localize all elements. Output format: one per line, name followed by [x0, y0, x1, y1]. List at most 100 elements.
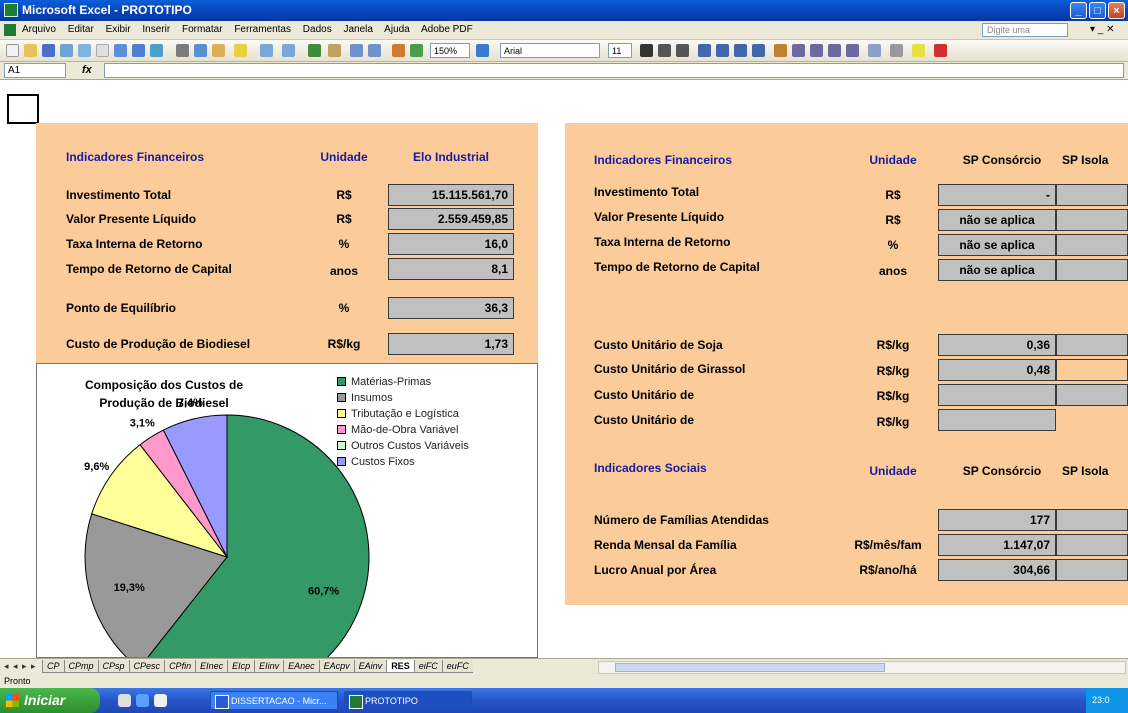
paste-icon[interactable]: [212, 44, 225, 57]
menu-dados[interactable]: Dados: [303, 24, 332, 35]
sheet-tab-eicp[interactable]: EIcp: [227, 660, 255, 673]
italic-icon[interactable]: [658, 44, 671, 57]
sheet-tab-cpsp[interactable]: CPsp: [97, 660, 129, 673]
help-icon[interactable]: [476, 44, 489, 57]
left-row-value[interactable]: 1,73: [388, 333, 514, 355]
sheet-tab-res[interactable]: RES: [386, 660, 414, 673]
social-row-value-col2[interactable]: [1056, 559, 1128, 581]
decrease-decimal-icon[interactable]: [846, 44, 859, 57]
undo-icon[interactable]: [260, 44, 273, 57]
social-row-value[interactable]: 304,66: [938, 559, 1056, 581]
insert-function-icon[interactable]: fx: [82, 64, 92, 76]
print-icon[interactable]: [96, 44, 109, 57]
taskbar-item-word[interactable]: DISSERTACAO - Micr...: [210, 691, 338, 710]
menu-adobe-pdf[interactable]: Adobe PDF: [421, 24, 473, 35]
sheet-tab-cpesc[interactable]: CPesc: [128, 660, 165, 673]
fill-color-icon[interactable]: [912, 44, 925, 57]
sort-ascending-icon[interactable]: [350, 44, 363, 57]
media-icon[interactable]: [154, 694, 167, 707]
increase-decimal-icon[interactable]: [828, 44, 841, 57]
cut-icon[interactable]: [176, 44, 189, 57]
email-icon[interactable]: [78, 44, 91, 57]
right-fin-row-value-col2[interactable]: [1056, 234, 1128, 256]
sheet-tab-cpfin[interactable]: CPfin: [164, 660, 196, 673]
social-row-value[interactable]: 177: [938, 509, 1056, 531]
menu-janela[interactable]: Janela: [343, 24, 372, 35]
right-fin-row-value-col2[interactable]: [1056, 259, 1128, 281]
font-size-combo[interactable]: 11: [608, 43, 632, 58]
workbook-icon[interactable]: [4, 24, 16, 36]
menu-exibir[interactable]: Exibir: [106, 24, 131, 35]
maximize-button[interactable]: □: [1089, 2, 1106, 19]
menu-arquivo[interactable]: Arquivo: [22, 24, 56, 35]
sheet-tab-cpmp[interactable]: CPmp: [63, 660, 98, 673]
right-cost-row-value-col2[interactable]: [1056, 359, 1128, 381]
spelling-icon[interactable]: [132, 44, 145, 57]
menu-inserir[interactable]: Inserir: [142, 24, 170, 35]
font-combo[interactable]: Arial: [500, 43, 600, 58]
open-icon[interactable]: [24, 44, 37, 57]
taskbar-item-excel[interactable]: PROTOTIPO: [344, 691, 472, 710]
sheet-tab-eiinv[interactable]: EIinv: [254, 660, 284, 673]
right-fin-row-value[interactable]: não se aplica: [938, 209, 1056, 231]
sheet-tab-eainv[interactable]: EAinv: [353, 660, 387, 673]
align-left-icon[interactable]: [698, 44, 711, 57]
currency-icon[interactable]: [774, 44, 787, 57]
right-fin-row-value[interactable]: não se aplica: [938, 234, 1056, 256]
right-fin-row-value-col2[interactable]: [1056, 209, 1128, 231]
left-row-value[interactable]: 16,0: [388, 233, 514, 255]
bold-icon[interactable]: [640, 44, 653, 57]
right-cost-row-value[interactable]: 0,36: [938, 334, 1056, 356]
social-row-value-col2[interactable]: [1056, 534, 1128, 556]
right-cost-row-value-col2[interactable]: [1056, 334, 1128, 356]
hyperlink-icon[interactable]: [308, 44, 321, 57]
left-row-value[interactable]: 2.559.459,85: [388, 208, 514, 230]
format-painter-icon[interactable]: [234, 44, 247, 57]
autosum-icon[interactable]: [328, 44, 341, 57]
sort-descending-icon[interactable]: [368, 44, 381, 57]
underline-icon[interactable]: [676, 44, 689, 57]
right-fin-row-value[interactable]: -: [938, 184, 1056, 206]
zoom-combo[interactable]: 150%: [430, 43, 470, 58]
copy-icon[interactable]: [194, 44, 207, 57]
name-box[interactable]: A1: [4, 63, 66, 78]
social-row-value-col2[interactable]: [1056, 509, 1128, 531]
left-row-value[interactable]: 15.115.561,70: [388, 184, 514, 206]
menu-ferramentas[interactable]: Ferramentas: [234, 24, 291, 35]
right-fin-row-value-col2[interactable]: [1056, 184, 1128, 206]
right-cost-row-value-col2[interactable]: [1056, 384, 1128, 406]
align-right-icon[interactable]: [734, 44, 747, 57]
comma-style-icon[interactable]: [810, 44, 823, 57]
research-icon[interactable]: [150, 44, 163, 57]
excel-app-icon[interactable]: [4, 3, 18, 17]
minimize-button[interactable]: _: [1070, 2, 1087, 19]
workbook-window-controls[interactable]: ▾ _ ✕: [1090, 24, 1115, 35]
drawing-icon[interactable]: [410, 44, 423, 57]
menu-formatar[interactable]: Formatar: [182, 24, 223, 35]
percent-icon[interactable]: [792, 44, 805, 57]
chart-wizard-icon[interactable]: [392, 44, 405, 57]
menu-editar[interactable]: Editar: [68, 24, 94, 35]
sheet-tab-cp[interactable]: CP: [42, 660, 64, 673]
save-icon[interactable]: [42, 44, 55, 57]
right-cost-row-value[interactable]: [938, 409, 1056, 431]
indent-icon[interactable]: [868, 44, 881, 57]
ask-question-input[interactable]: Digite uma pergunta: [982, 23, 1068, 48]
permission-icon[interactable]: [60, 44, 73, 57]
horizontal-scrollbar[interactable]: [598, 661, 1126, 674]
formula-input[interactable]: [104, 63, 1124, 78]
right-cost-row-value[interactable]: [938, 384, 1056, 406]
scrollbar-thumb[interactable]: [615, 663, 885, 672]
redo-icon[interactable]: [282, 44, 295, 57]
sheet-tab-einec[interactable]: EInec: [195, 660, 228, 673]
sheet-tab-navigation[interactable]: ◂ ◂ ▸ ▸: [4, 661, 37, 672]
left-row-value[interactable]: 36,3: [388, 297, 514, 319]
sheet-tab-eanec[interactable]: EAnec: [283, 660, 319, 673]
social-row-value[interactable]: 1.147,07: [938, 534, 1056, 556]
selected-cell-a1[interactable]: [7, 94, 39, 124]
font-color-icon[interactable]: [934, 44, 947, 57]
print-preview-icon[interactable]: [114, 44, 127, 57]
right-fin-row-value[interactable]: não se aplica: [938, 259, 1056, 281]
align-center-icon[interactable]: [716, 44, 729, 57]
sheet-tab-eacpv[interactable]: EAcpv: [318, 660, 354, 673]
